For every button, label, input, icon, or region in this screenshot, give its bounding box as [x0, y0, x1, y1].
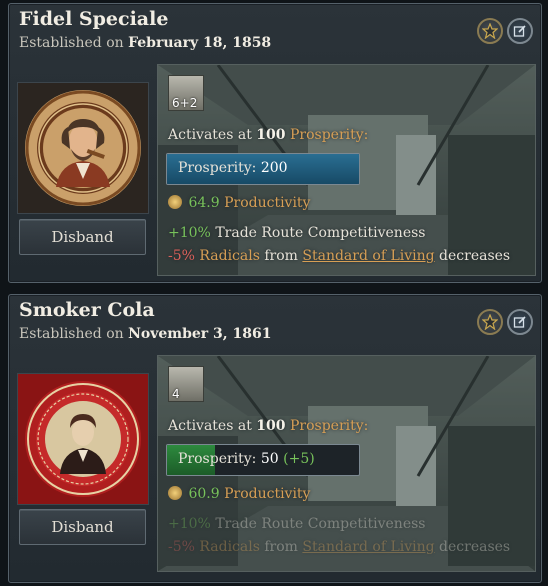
radicals-label: Radicals	[199, 248, 260, 264]
modifier-radicals: -5% Radicals from Standard of Living dec…	[168, 539, 510, 555]
prosperity-bar-label: Prosperity: 50 (+5)	[178, 451, 315, 467]
radicals-label: Radicals	[199, 539, 260, 555]
productivity-value: 60.9	[188, 486, 220, 502]
from-label: from	[264, 248, 298, 264]
company-card-smoker-cola: Smoker Cola Established on November 3, 1…	[8, 294, 542, 583]
activation-requirement: Activates at 100 Prosperity:	[168, 127, 368, 143]
standard-of-living-link[interactable]: Standard of Living	[302, 539, 434, 555]
prosperity-label: Prosperity:	[178, 451, 257, 467]
company-building-illustration: 6+2 Activates at 100 Prosperity: Prosper…	[157, 64, 536, 276]
company-logo	[17, 373, 149, 505]
productivity-label: Productivity	[224, 486, 311, 502]
prosperity-delta: (+5)	[283, 451, 315, 467]
prosperity-value: 50	[260, 451, 279, 467]
modifier-value: +10%	[168, 516, 211, 532]
modifier-text: Trade Route Competitiveness	[215, 516, 426, 532]
established-date: February 18, 1858	[128, 35, 272, 51]
prosperity-bar: Prosperity: 50 (+5)	[166, 444, 360, 476]
activation-requirement: Activates at 100 Prosperity:	[168, 418, 368, 434]
star-icon[interactable]	[477, 18, 503, 44]
company-logo	[17, 82, 149, 214]
modifier-trade-route: +10% Trade Route Competitiveness	[168, 516, 425, 532]
established-date-line: Established on February 18, 1858	[19, 35, 271, 51]
established-date-line: Established on November 3, 1861	[19, 326, 271, 342]
company-building-illustration: 4 Activates at 100 Prosperity: Prosperit…	[157, 355, 536, 572]
edit-icon[interactable]	[507, 309, 533, 335]
modifier-value: -5%	[168, 248, 195, 264]
edit-icon[interactable]	[507, 18, 533, 44]
activates-suffix: Prosperity:	[289, 127, 369, 143]
money-icon	[168, 195, 182, 209]
established-prefix: Established on	[19, 326, 124, 342]
productivity-label: Productivity	[224, 195, 311, 211]
productivity-value: 64.9	[188, 195, 220, 211]
prosperity-bar: Prosperity: 200	[166, 153, 360, 185]
activates-value: 100	[256, 418, 286, 434]
prosperity-label: Prosperity:	[178, 160, 257, 176]
star-icon[interactable]	[477, 309, 503, 335]
activates-value: 100	[256, 127, 286, 143]
established-prefix: Established on	[19, 35, 124, 51]
from-label: from	[264, 539, 298, 555]
productivity-line: 60.9 Productivity	[168, 486, 310, 502]
activates-prefix: Activates at	[168, 127, 252, 143]
modifier-text: Trade Route Competitiveness	[215, 225, 426, 241]
modifier-value: +10%	[168, 225, 211, 241]
productivity-line: 64.9 Productivity	[168, 195, 310, 211]
tier-label: 4	[172, 387, 180, 401]
activates-prefix: Activates at	[168, 418, 252, 434]
established-date: November 3, 1861	[128, 326, 272, 342]
disband-button[interactable]: Disband	[19, 509, 146, 545]
modifier-trade-route: +10% Trade Route Competitiveness	[168, 225, 425, 241]
decreases-label: decreases	[439, 539, 511, 555]
disband-button[interactable]: Disband	[19, 219, 146, 255]
company-name: Smoker Cola	[19, 299, 155, 321]
tier-label: 6+2	[172, 96, 198, 110]
company-name: Fidel Speciale	[19, 8, 169, 30]
prosperity-value: 200	[260, 160, 288, 176]
company-card-fidel-speciale: Fidel Speciale Established on February 1…	[8, 3, 542, 283]
modifier-value: -5%	[168, 539, 195, 555]
activates-suffix: Prosperity:	[289, 418, 369, 434]
prosperity-bar-label: Prosperity: 200	[178, 160, 288, 176]
money-icon	[168, 486, 182, 500]
decreases-label: decreases	[439, 248, 511, 264]
modifier-radicals: -5% Radicals from Standard of Living dec…	[168, 248, 510, 264]
standard-of-living-link[interactable]: Standard of Living	[302, 248, 434, 264]
